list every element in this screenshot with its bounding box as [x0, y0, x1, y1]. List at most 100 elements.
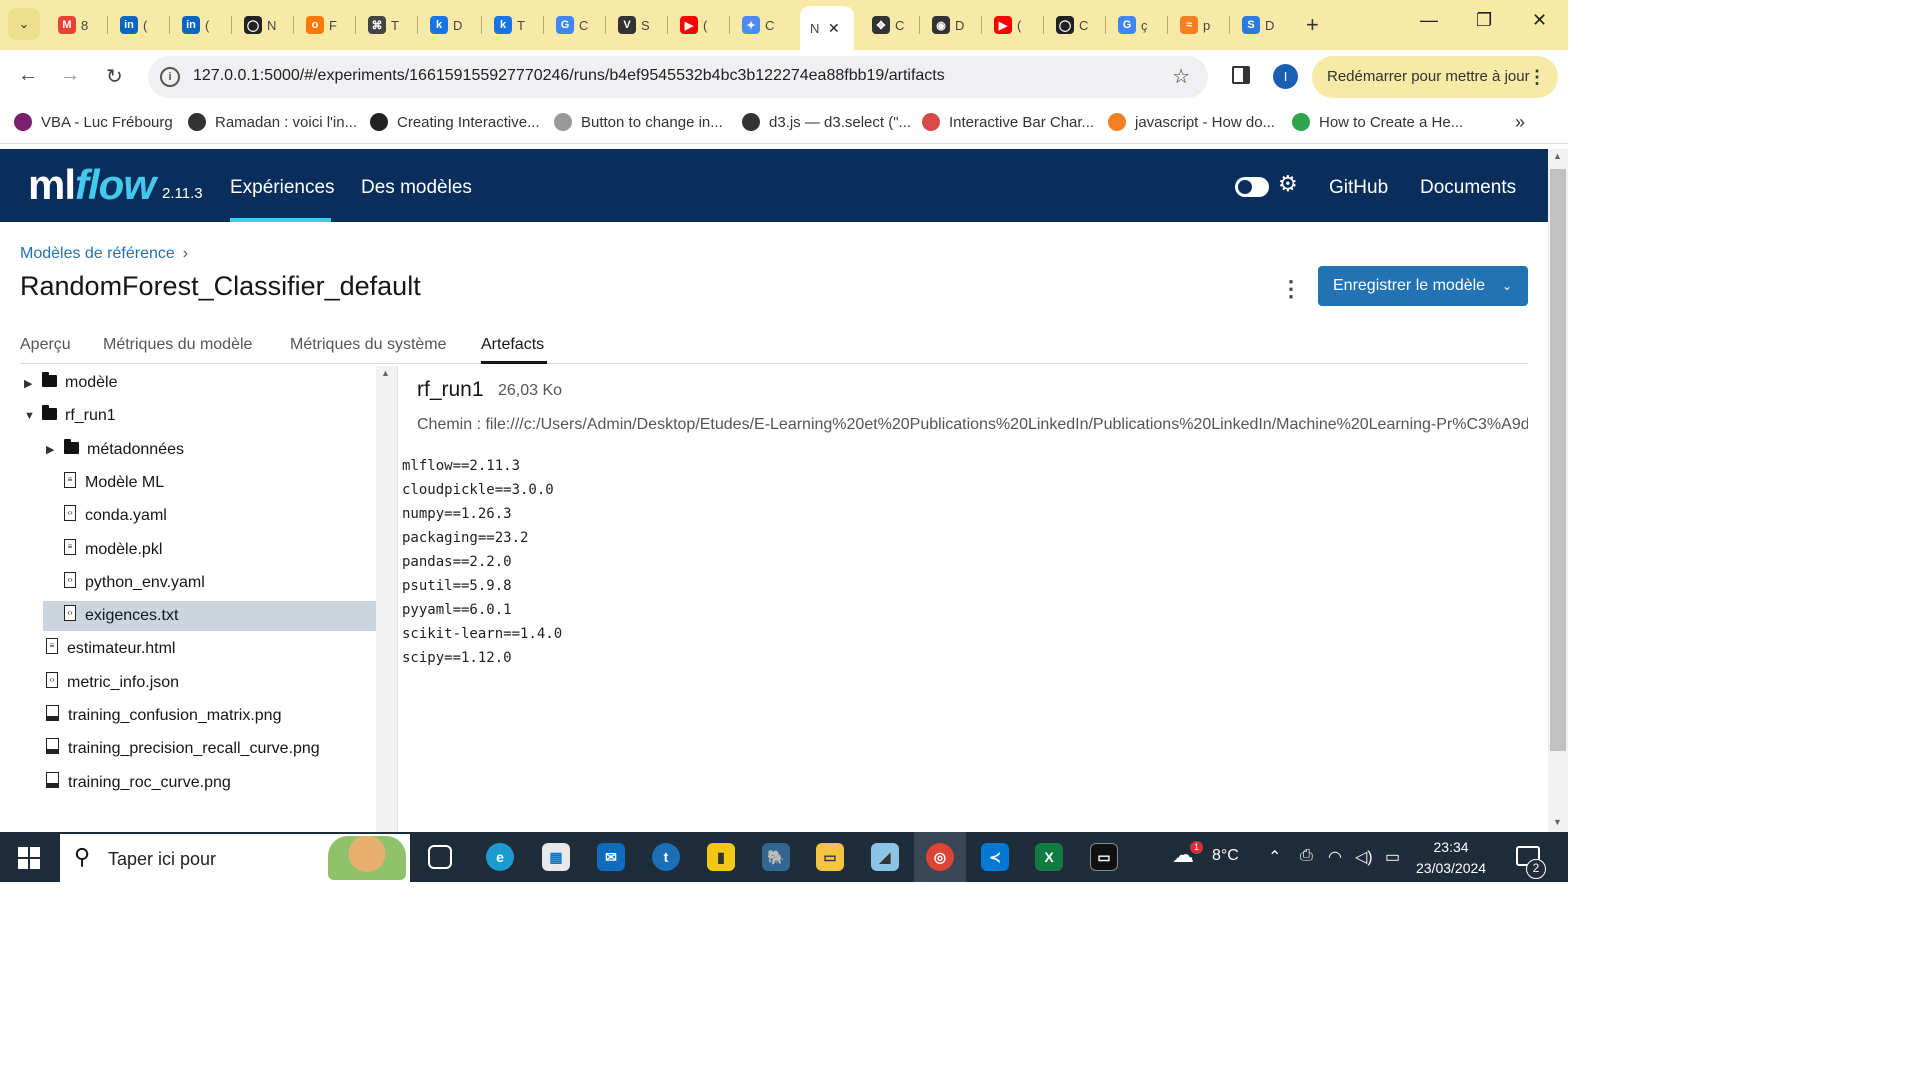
browser-tab[interactable]: kT: [484, 8, 540, 42]
caret-right-icon[interactable]: ▶: [46, 443, 64, 456]
excel-icon[interactable]: X: [1035, 843, 1063, 871]
browser-tab[interactable]: kD: [420, 8, 476, 42]
bookmark-item[interactable]: Creating Interactive...: [370, 113, 540, 131]
bookmark-item[interactable]: javascript - How do...: [1108, 113, 1275, 131]
volume-icon[interactable]: ◁): [1355, 847, 1373, 867]
tree-file[interactable]: training_confusion_matrix.png: [46, 701, 281, 731]
breadcrumb-link[interactable]: Modèles de référence: [20, 245, 175, 262]
restore-icon[interactable]: ❐: [1476, 10, 1492, 31]
tree-file[interactable]: ‹› exigences.txt: [43, 601, 376, 632]
browser-tab[interactable]: VS: [608, 8, 664, 42]
address-bar[interactable]: i 127.0.0.1:5000/#/experiments/166159155…: [148, 56, 1208, 98]
site-info-icon[interactable]: i: [160, 67, 180, 87]
file-explorer-icon[interactable]: ▭: [816, 843, 844, 871]
back-arrow-icon[interactable]: ←: [18, 64, 38, 87]
bookmark-item[interactable]: Button to change in...: [554, 113, 723, 131]
app-t-icon[interactable]: t: [652, 843, 680, 871]
browser-tab[interactable]: ◉ D: [922, 8, 978, 42]
browser-tab[interactable]: ⌘ T: [358, 8, 414, 42]
tree-folder[interactable]: ▼ rf_run1: [24, 401, 116, 431]
nav-docs[interactable]: Documents: [1420, 177, 1516, 199]
tree-scrollbar[interactable]: ▲: [376, 366, 397, 832]
nav-models[interactable]: Des modèles: [361, 177, 472, 199]
mlflow-logo[interactable]: mlflow: [28, 161, 156, 209]
browser-tab[interactable]: ◯ N: [234, 8, 290, 42]
address-url[interactable]: 127.0.0.1:5000/#/experiments/16615915592…: [193, 67, 945, 85]
browser-tab[interactable]: ✥ C: [862, 8, 918, 42]
tree-file[interactable]: ‹› metric_info.json: [46, 668, 179, 698]
tree-file[interactable]: ‹› conda.yaml: [46, 501, 167, 531]
side-panel-icon[interactable]: [1232, 66, 1250, 84]
app-prism-icon[interactable]: ◢: [871, 843, 899, 871]
close-tab-icon[interactable]: ✕: [828, 20, 840, 37]
power-bi-icon[interactable]: ▮: [707, 843, 735, 871]
tree-folder[interactable]: ▶ métadonnées: [46, 435, 184, 465]
profile-avatar[interactable]: I: [1273, 64, 1298, 89]
update-button[interactable]: Redémarrer pour mettre à jour ⋮: [1312, 56, 1558, 98]
browser-tab[interactable]: ▶(: [984, 8, 1040, 42]
tree-file[interactable]: ≡ modèle.pkl: [46, 535, 162, 565]
page-scrollbar[interactable]: ▲ ▼: [1548, 149, 1568, 832]
store-icon[interactable]: ▦: [542, 843, 570, 871]
reload-icon[interactable]: ↻: [106, 64, 123, 89]
system-clock[interactable]: 23:34 23/03/2024: [1416, 837, 1486, 879]
meet-now-icon[interactable]: ⎙: [1300, 847, 1313, 865]
browser-tab[interactable]: GC: [546, 8, 602, 42]
tree-file[interactable]: training_precision_recall_curve.png: [46, 734, 320, 764]
scroll-up-arrow-icon[interactable]: ▲: [1553, 151, 1562, 161]
nav-github[interactable]: GitHub: [1329, 177, 1388, 199]
taskbar-search[interactable]: ⚲ Taper ici pour: [60, 834, 410, 882]
browser-tab[interactable]: ≈ p: [1170, 8, 1226, 42]
tray-chevron-icon[interactable]: ⌃: [1268, 847, 1281, 867]
bookmark-item[interactable]: VBA - Luc Frébourg: [14, 113, 173, 131]
tree-file[interactable]: ‹› python_env.yaml: [46, 568, 205, 598]
vscode-icon[interactable]: ≺: [981, 843, 1009, 871]
postgres-icon[interactable]: 🐘: [762, 843, 790, 871]
scroll-up-arrow-icon[interactable]: ▲: [381, 368, 390, 378]
browser-tab[interactable]: ✦ C: [732, 8, 788, 42]
nav-experiments[interactable]: Expériences: [230, 177, 335, 199]
settings-gear-icon[interactable]: ⚙: [1278, 171, 1298, 197]
new-tab-plus-icon[interactable]: +: [1306, 12, 1319, 38]
bookmark-star-icon[interactable]: ☆: [1172, 64, 1190, 89]
windows-start-icon[interactable]: [18, 847, 40, 869]
task-view-icon[interactable]: [428, 845, 452, 869]
close-window-icon[interactable]: ✕: [1532, 10, 1547, 31]
caret-right-icon[interactable]: ▶: [24, 377, 42, 390]
tree-file[interactable]: ≡ Modèle ML: [46, 468, 164, 498]
browser-tab[interactable]: oF: [296, 8, 352, 42]
tab-model-metrics[interactable]: Métriques du modèle: [103, 336, 252, 354]
tab-system-metrics[interactable]: Métriques du système: [290, 336, 447, 354]
edge-icon[interactable]: e: [486, 843, 514, 871]
bookmark-item[interactable]: Ramadan : voici l'in...: [188, 113, 357, 131]
scroll-down-arrow-icon[interactable]: ▼: [1553, 817, 1562, 827]
browser-tab[interactable]: Gç: [1108, 8, 1164, 42]
tab-overview[interactable]: Aperçu: [20, 336, 71, 354]
terminal-icon[interactable]: ▭: [1090, 843, 1118, 871]
bookmark-item[interactable]: How to Create a He...: [1292, 113, 1463, 131]
more-bookmarks-chevron-icon[interactable]: »: [1515, 112, 1525, 133]
tree-file[interactable]: ≡ estimateur.html: [46, 634, 175, 664]
more-menu-icon[interactable]: ⋮: [1528, 56, 1546, 98]
chrome-icon[interactable]: ◎: [926, 843, 954, 871]
tab-search-chevron-icon[interactable]: ⌄: [8, 8, 40, 40]
kebab-menu-icon[interactable]: ⋮: [1280, 276, 1302, 302]
battery-icon[interactable]: ▭: [1385, 847, 1400, 867]
forward-arrow-icon[interactable]: →: [60, 64, 80, 87]
bookmark-item[interactable]: d3.js — d3.select ("...: [742, 113, 911, 131]
tab-artifacts[interactable]: Artefacts: [481, 336, 544, 354]
dark-mode-toggle[interactable]: [1235, 177, 1269, 197]
browser-tab[interactable]: ◯ C: [1046, 8, 1102, 42]
caret-down-icon[interactable]: ▼: [24, 410, 42, 422]
browser-tab[interactable]: in (: [110, 8, 166, 42]
wifi-icon[interactable]: ◠: [1328, 847, 1342, 867]
temperature[interactable]: 8°C: [1212, 847, 1239, 865]
browser-tab[interactable]: SD: [1232, 8, 1288, 42]
minimize-icon[interactable]: —: [1420, 10, 1438, 31]
tree-folder[interactable]: ▶ modèle: [24, 368, 117, 398]
register-model-button[interactable]: Enregistrer le modèle ⌄: [1318, 266, 1528, 306]
bookmark-item[interactable]: Interactive Bar Char...: [922, 113, 1094, 131]
browser-tab[interactable]: ▶(: [670, 8, 726, 42]
scrollbar-thumb[interactable]: [1550, 169, 1566, 751]
tree-file[interactable]: training_roc_curve.png: [46, 768, 231, 798]
